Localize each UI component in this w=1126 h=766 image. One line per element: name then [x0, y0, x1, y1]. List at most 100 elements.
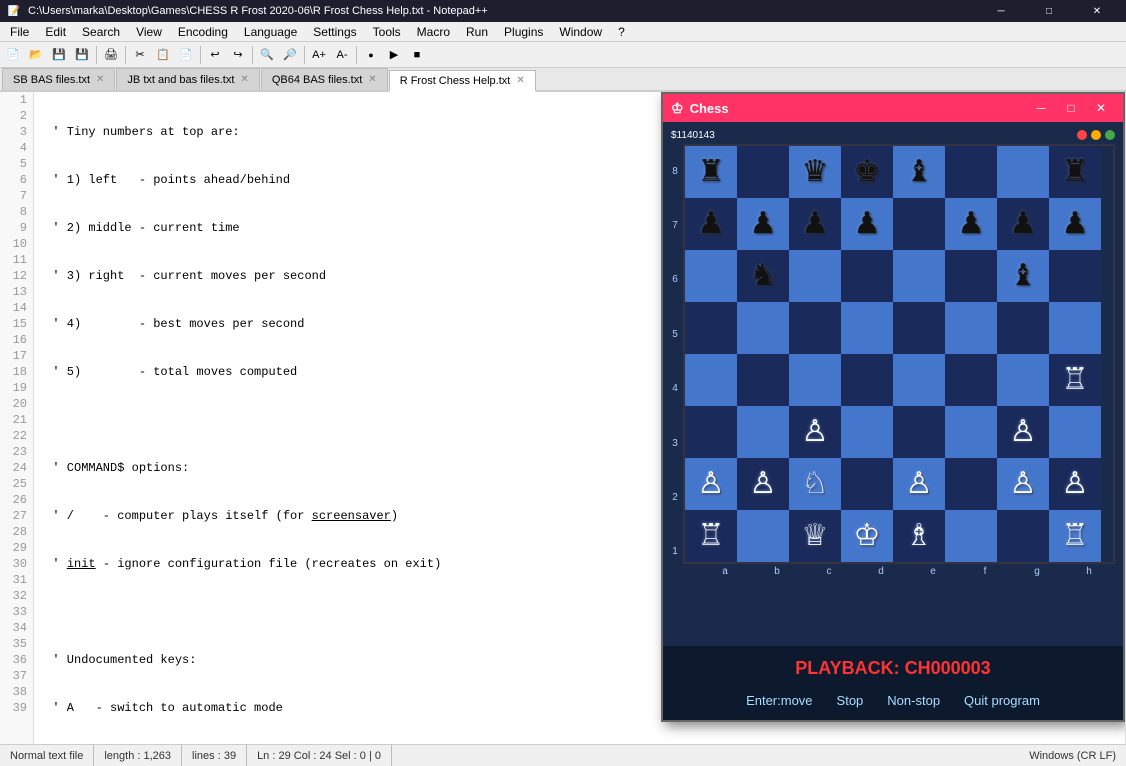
- tb-zoom-out[interactable]: A-: [331, 44, 353, 66]
- square-5-4[interactable]: [893, 406, 945, 458]
- square-6-0[interactable]: ♙: [685, 458, 737, 510]
- square-4-3[interactable]: [841, 354, 893, 406]
- menu-run[interactable]: Run: [458, 22, 496, 42]
- menu-macro[interactable]: Macro: [409, 22, 458, 42]
- square-3-5[interactable]: [945, 302, 997, 354]
- square-7-3[interactable]: ♔: [841, 510, 893, 562]
- square-4-5[interactable]: [945, 354, 997, 406]
- tb-new[interactable]: 📄: [2, 44, 24, 66]
- chess-enter-move[interactable]: Enter:move: [742, 691, 816, 710]
- tab-jb-txt[interactable]: JB txt and bas files.txt ✕: [116, 68, 259, 90]
- square-3-7[interactable]: [1049, 302, 1101, 354]
- square-2-0[interactable]: [685, 250, 737, 302]
- square-6-5[interactable]: [945, 458, 997, 510]
- square-1-5[interactable]: ♟: [945, 198, 997, 250]
- tab-close-icon[interactable]: ✕: [240, 74, 248, 85]
- square-6-1[interactable]: ♙: [737, 458, 789, 510]
- menu-window[interactable]: Window: [551, 22, 610, 42]
- square-4-0[interactable]: [685, 354, 737, 406]
- square-2-5[interactable]: [945, 250, 997, 302]
- tb-cut[interactable]: ✂: [129, 44, 151, 66]
- square-1-6[interactable]: ♟: [997, 198, 1049, 250]
- square-3-3[interactable]: [841, 302, 893, 354]
- menu-search[interactable]: Search: [74, 22, 128, 42]
- square-1-4[interactable]: [893, 198, 945, 250]
- menu-encoding[interactable]: Encoding: [170, 22, 236, 42]
- square-0-2[interactable]: ♛: [789, 146, 841, 198]
- square-4-7[interactable]: ♖: [1049, 354, 1101, 406]
- square-4-6[interactable]: [997, 354, 1049, 406]
- square-0-1[interactable]: [737, 146, 789, 198]
- square-5-1[interactable]: [737, 406, 789, 458]
- square-6-3[interactable]: [841, 458, 893, 510]
- square-2-2[interactable]: [789, 250, 841, 302]
- tb-replace[interactable]: 🔎: [279, 44, 301, 66]
- square-5-5[interactable]: [945, 406, 997, 458]
- chess-quit[interactable]: Quit program: [960, 691, 1044, 710]
- square-7-2[interactable]: ♕: [789, 510, 841, 562]
- square-1-0[interactable]: ♟: [685, 198, 737, 250]
- square-6-6[interactable]: ♙: [997, 458, 1049, 510]
- menu-language[interactable]: Language: [236, 22, 305, 42]
- square-6-4[interactable]: ♙: [893, 458, 945, 510]
- square-3-4[interactable]: [893, 302, 945, 354]
- tab-qb64[interactable]: QB64 BAS files.txt ✕: [261, 68, 388, 90]
- tb-macro-play[interactable]: ▶: [383, 44, 405, 66]
- square-0-5[interactable]: [945, 146, 997, 198]
- square-3-0[interactable]: [685, 302, 737, 354]
- square-6-7[interactable]: ♙: [1049, 458, 1101, 510]
- menu-file[interactable]: File: [2, 22, 37, 42]
- tb-find[interactable]: 🔍: [256, 44, 278, 66]
- menu-view[interactable]: View: [128, 22, 170, 42]
- tab-close-icon[interactable]: ✕: [96, 74, 104, 85]
- square-7-4[interactable]: ♗: [893, 510, 945, 562]
- square-3-6[interactable]: [997, 302, 1049, 354]
- square-7-5[interactable]: [945, 510, 997, 562]
- tb-save-all[interactable]: 💾: [71, 44, 93, 66]
- square-2-1[interactable]: ♞: [737, 250, 789, 302]
- square-2-6[interactable]: ♝: [997, 250, 1049, 302]
- tab-sb-bas[interactable]: SB BAS files.txt ✕: [2, 68, 115, 90]
- square-1-3[interactable]: ♟: [841, 198, 893, 250]
- square-5-7[interactable]: [1049, 406, 1101, 458]
- tb-save[interactable]: 💾: [48, 44, 70, 66]
- tab-close-icon[interactable]: ✕: [368, 74, 376, 85]
- chess-board[interactable]: ♜♛♚♝♜♟♟♟♟♟♟♟♞♝♖♙♙♙♙♘♙♙♙♖♕♔♗♖: [683, 144, 1115, 564]
- chess-close-button[interactable]: ✕: [1087, 98, 1115, 118]
- tb-macro-rec[interactable]: ●: [360, 44, 382, 66]
- square-7-0[interactable]: ♖: [685, 510, 737, 562]
- menu-edit[interactable]: Edit: [37, 22, 74, 42]
- tb-undo[interactable]: ↩: [204, 44, 226, 66]
- tb-open[interactable]: 📂: [25, 44, 47, 66]
- square-7-1[interactable]: [737, 510, 789, 562]
- square-1-7[interactable]: ♟: [1049, 198, 1101, 250]
- menu-plugins[interactable]: Plugins: [496, 22, 551, 42]
- tb-paste[interactable]: 📄: [175, 44, 197, 66]
- square-5-0[interactable]: [685, 406, 737, 458]
- square-6-2[interactable]: ♘: [789, 458, 841, 510]
- tab-close-icon[interactable]: ✕: [516, 75, 524, 86]
- tb-zoom-in[interactable]: A+: [308, 44, 330, 66]
- square-1-2[interactable]: ♟: [789, 198, 841, 250]
- square-7-7[interactable]: ♖: [1049, 510, 1101, 562]
- square-0-4[interactable]: ♝: [893, 146, 945, 198]
- menu-help[interactable]: ?: [610, 22, 633, 42]
- square-2-7[interactable]: [1049, 250, 1101, 302]
- tab-rfrost[interactable]: R Frost Chess Help.txt ✕: [389, 70, 536, 92]
- square-7-6[interactable]: [997, 510, 1049, 562]
- square-4-1[interactable]: [737, 354, 789, 406]
- square-0-6[interactable]: [997, 146, 1049, 198]
- square-0-0[interactable]: ♜: [685, 146, 737, 198]
- chess-maximize-button[interactable]: □: [1057, 98, 1085, 118]
- square-2-4[interactable]: [893, 250, 945, 302]
- square-4-2[interactable]: [789, 354, 841, 406]
- tb-copy[interactable]: 📋: [152, 44, 174, 66]
- chess-stop[interactable]: Stop: [833, 691, 868, 710]
- chess-minimize-button[interactable]: ─: [1027, 98, 1055, 118]
- maximize-button[interactable]: □: [1026, 0, 1072, 22]
- square-5-6[interactable]: ♙: [997, 406, 1049, 458]
- menu-settings[interactable]: Settings: [305, 22, 364, 42]
- chess-window[interactable]: ♔ Chess ─ □ ✕ $1140143: [661, 92, 1125, 722]
- chess-non-stop[interactable]: Non-stop: [883, 691, 944, 710]
- tb-redo[interactable]: ↪: [227, 44, 249, 66]
